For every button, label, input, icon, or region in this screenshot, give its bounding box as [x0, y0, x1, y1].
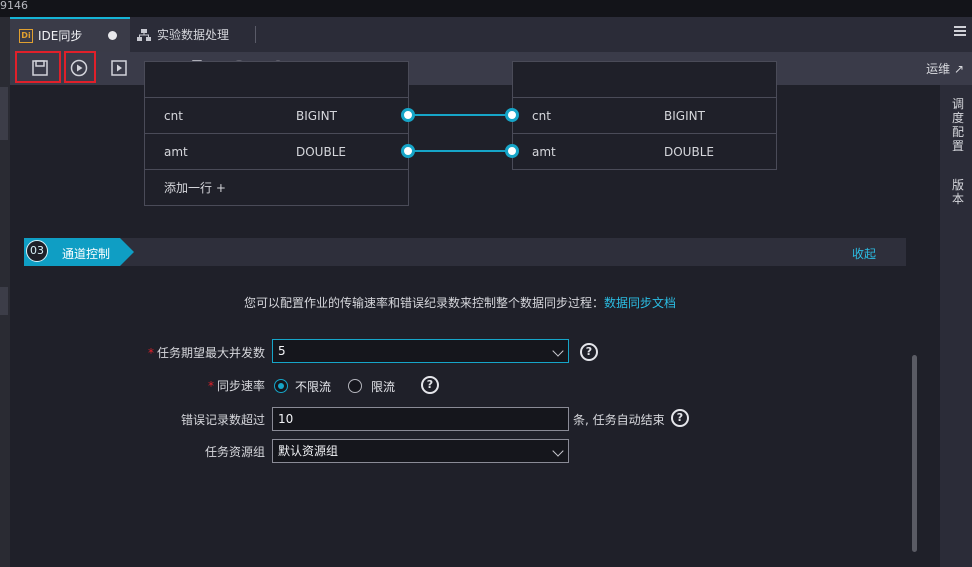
concurrency-label-text: 任务期望最大并发数 — [156, 346, 265, 360]
help-icon[interactable]: ? — [580, 343, 598, 361]
top-strip: 9146 — [0, 0, 972, 17]
tab-label: IDE同步 — [38, 29, 83, 43]
error-limit-label: 错误记录数超过 — [180, 413, 265, 427]
field-type: BIGINT — [664, 108, 705, 123]
ops-label: 运维 — [926, 62, 951, 76]
channel-control-section-header: 03 通道控制 收起 — [24, 238, 906, 266]
left-edge-strip — [0, 17, 10, 567]
run-with-params-button[interactable] — [110, 59, 128, 77]
mapping-line — [414, 111, 512, 119]
tab-label: 实验数据处理 — [157, 28, 230, 42]
di-icon: Di — [19, 28, 33, 43]
run-params-icon — [111, 60, 127, 76]
table-row: amt DOUBLE — [145, 133, 408, 169]
source-connector-handle[interactable] — [401, 144, 415, 158]
no-limit-label[interactable]: 不限流 — [295, 378, 331, 395]
required-marker: * — [207, 379, 214, 393]
table-row — [513, 61, 776, 97]
resource-group-value: 默认资源组 — [278, 444, 339, 458]
chevron-down-icon — [552, 445, 564, 457]
chevron-down-icon — [552, 345, 564, 357]
source-connector-handle[interactable] — [401, 108, 415, 122]
no-limit-radio[interactable] — [274, 379, 288, 393]
hamburger-menu-icon[interactable] — [954, 26, 966, 36]
help-icon[interactable]: ? — [671, 409, 689, 427]
limit-label[interactable]: 限流 — [371, 378, 395, 395]
docs-link[interactable]: 数据同步文档 — [604, 296, 676, 310]
section-title: 通道控制 — [62, 247, 111, 261]
external-arrow-icon: ↗ — [953, 62, 964, 76]
error-limit-value: 10 — [278, 412, 294, 426]
required-marker: * — [147, 346, 154, 360]
section-number: 03 — [26, 240, 48, 262]
left-strip-marker — [0, 287, 8, 315]
field-name: amt — [164, 144, 188, 159]
concurrency-select[interactable]: 5 — [272, 339, 569, 363]
ops-link[interactable]: 运维 ↗ — [926, 60, 964, 77]
tab-bar: Di IDE同步 实验数据处理 — [10, 17, 972, 52]
save-highlight-box — [15, 51, 61, 83]
vertical-scrollbar[interactable] — [912, 355, 917, 552]
flow-icon — [137, 28, 151, 41]
collapse-button[interactable]: 收起 — [852, 245, 876, 262]
left-strip-marker — [0, 87, 8, 115]
version-tab[interactable]: 版本 — [952, 178, 966, 206]
target-field-table: cnt BIGINT amt DOUBLE — [512, 61, 777, 170]
concurrency-label: * 任务期望最大并发数 — [120, 344, 265, 361]
right-side-panel: 调度配置 版本 — [940, 85, 972, 567]
error-limit-input[interactable]: 10 — [272, 407, 569, 431]
sync-rate-label: * 同步速率 — [120, 377, 265, 394]
resource-group-label: 任务资源组 — [204, 445, 265, 459]
field-name: amt — [532, 144, 556, 159]
table-row: amt DOUBLE — [513, 133, 776, 169]
limit-radio[interactable] — [348, 379, 362, 393]
tab-ide-sync[interactable]: Di IDE同步 — [10, 17, 130, 52]
unsaved-dot-icon[interactable] — [108, 31, 118, 40]
error-limit-suffix: 条, 任务自动结束 — [573, 413, 665, 427]
field-name: cnt — [164, 108, 183, 123]
top-number: 9146 — [0, 0, 28, 12]
sync-rate-label-text: 同步速率 — [216, 379, 265, 393]
schedule-config-tab[interactable]: 调度配置 — [952, 97, 966, 153]
run-highlight-box — [64, 51, 96, 83]
resource-group-select[interactable]: 默认资源组 — [272, 439, 569, 463]
field-type: BIGINT — [296, 108, 337, 123]
table-row — [145, 61, 408, 97]
concurrency-value: 5 — [278, 344, 286, 358]
main-panel: cnt BIGINT amt DOUBLE 添加一行 + cnt BIGINT … — [10, 61, 940, 567]
help-icon[interactable]: ? — [421, 376, 439, 394]
target-connector-handle[interactable] — [505, 144, 519, 158]
source-field-table: cnt BIGINT amt DOUBLE 添加一行 + — [144, 61, 409, 206]
field-type: DOUBLE — [296, 144, 346, 159]
tab-experiment-data[interactable]: 实验数据处理 — [137, 17, 229, 52]
target-connector-handle[interactable] — [505, 108, 519, 122]
mapping-line — [414, 147, 512, 155]
add-row-button[interactable]: 添加一行 + — [145, 169, 408, 205]
left-strip-marker — [0, 112, 8, 140]
add-row-label: 添加一行 + — [164, 181, 226, 195]
description-text: 您可以配置作业的传输速率和错误纪录数来控制整个数据同步过程： — [243, 296, 604, 310]
field-type: DOUBLE — [664, 144, 714, 159]
tab-divider — [255, 26, 256, 43]
field-name: cnt — [532, 108, 551, 123]
table-row: cnt BIGINT — [513, 97, 776, 133]
section-description: 您可以配置作业的传输速率和错误纪录数来控制整个数据同步过程：数据同步文档 — [10, 294, 910, 311]
table-row: cnt BIGINT — [145, 97, 408, 133]
